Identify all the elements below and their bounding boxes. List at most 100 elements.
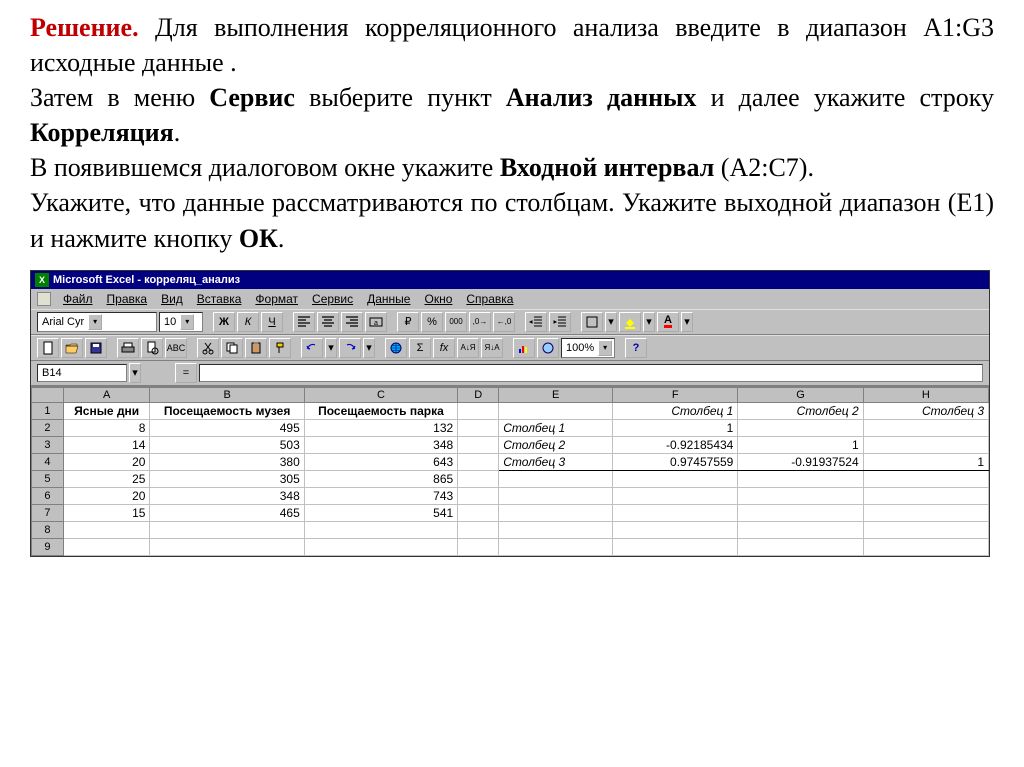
map-button[interactable] [537, 338, 559, 358]
cell[interactable] [304, 521, 457, 538]
cell[interactable] [458, 436, 499, 453]
cell[interactable] [613, 521, 738, 538]
fill-color-button[interactable] [619, 312, 641, 332]
row-header-7[interactable]: 7 [32, 504, 64, 521]
decrease-decimal-button[interactable]: ←,0 [493, 312, 515, 332]
save-button[interactable] [85, 338, 107, 358]
paste-button[interactable] [245, 338, 267, 358]
currency-button[interactable]: ₽ [397, 312, 419, 332]
cell[interactable]: 0.97457559 [613, 453, 738, 470]
font-size-combo[interactable]: 10▾ [159, 312, 203, 332]
cell[interactable]: Столбец 2 [738, 402, 863, 419]
select-all-button[interactable] [32, 387, 64, 402]
spellcheck-button[interactable]: ABC [165, 338, 187, 358]
menu-data[interactable]: Данные [361, 291, 416, 307]
cell[interactable]: 348 [150, 487, 304, 504]
cell[interactable] [863, 538, 988, 555]
percent-button[interactable]: % [421, 312, 443, 332]
cell[interactable]: 348 [304, 436, 457, 453]
redo-button[interactable] [339, 338, 361, 358]
cell[interactable]: 495 [150, 419, 304, 436]
spreadsheet-grid[interactable]: A B C D E F G H 1 Ясные дни Посещаемость… [31, 386, 989, 556]
cell[interactable] [150, 521, 304, 538]
cell[interactable]: Столбец 3 [863, 402, 988, 419]
cell[interactable] [458, 521, 499, 538]
help-button[interactable]: ? [625, 338, 647, 358]
cell[interactable]: 8 [63, 419, 150, 436]
cell[interactable]: 1 [613, 419, 738, 436]
cell[interactable]: Столбец 2 [499, 436, 613, 453]
name-box[interactable]: B14 [37, 364, 127, 382]
col-header-G[interactable]: G [738, 387, 863, 402]
format-painter-button[interactable] [269, 338, 291, 358]
row-header-6[interactable]: 6 [32, 487, 64, 504]
increase-indent-button[interactable] [549, 312, 571, 332]
col-header-E[interactable]: E [499, 387, 613, 402]
cell[interactable] [738, 487, 863, 504]
cell[interactable] [863, 436, 988, 453]
cell[interactable] [613, 538, 738, 555]
menu-insert[interactable]: Вставка [191, 291, 248, 307]
cell[interactable]: Столбец 1 [499, 419, 613, 436]
row-header-4[interactable]: 4 [32, 453, 64, 470]
merge-center-button[interactable]: a [365, 312, 387, 332]
print-button[interactable] [117, 338, 139, 358]
cell[interactable] [738, 521, 863, 538]
cell[interactable]: Ясные дни [63, 402, 150, 419]
menu-window[interactable]: Окно [418, 291, 458, 307]
col-header-F[interactable]: F [613, 387, 738, 402]
cell[interactable]: -0.91937524 [738, 453, 863, 470]
print-preview-button[interactable] [141, 338, 163, 358]
cell[interactable] [458, 453, 499, 470]
italic-button[interactable]: К [237, 312, 259, 332]
cell[interactable]: Посещаемость музея [150, 402, 304, 419]
cell[interactable]: 865 [304, 470, 457, 487]
cell[interactable] [738, 504, 863, 521]
cell[interactable]: 503 [150, 436, 304, 453]
copy-button[interactable] [221, 338, 243, 358]
cell[interactable]: 541 [304, 504, 457, 521]
cell[interactable]: 20 [63, 453, 150, 470]
menu-format[interactable]: Формат [249, 291, 304, 307]
underline-button[interactable]: Ч [261, 312, 283, 332]
hyperlink-button[interactable] [385, 338, 407, 358]
cell[interactable] [458, 487, 499, 504]
cell[interactable] [458, 504, 499, 521]
cell[interactable]: Столбец 1 [613, 402, 738, 419]
menu-view[interactable]: Вид [155, 291, 189, 307]
cell[interactable] [458, 419, 499, 436]
cell[interactable]: 20 [63, 487, 150, 504]
decrease-indent-button[interactable] [525, 312, 547, 332]
cell[interactable]: 305 [150, 470, 304, 487]
cell[interactable] [738, 538, 863, 555]
cell[interactable]: -0.92185434 [613, 436, 738, 453]
row-header-1[interactable]: 1 [32, 402, 64, 419]
cell[interactable] [150, 538, 304, 555]
font-name-combo[interactable]: Arial Cyr▾ [37, 312, 157, 332]
cell[interactable] [863, 487, 988, 504]
cell[interactable]: Столбец 3 [499, 453, 613, 470]
cell[interactable]: Посещаемость парка [304, 402, 457, 419]
cell[interactable]: 643 [304, 453, 457, 470]
row-header-8[interactable]: 8 [32, 521, 64, 538]
menu-edit[interactable]: Правка [101, 291, 154, 307]
cell[interactable] [863, 419, 988, 436]
name-box-dropdown[interactable]: ▾ [129, 363, 141, 383]
open-button[interactable] [61, 338, 83, 358]
redo-dropdown[interactable]: ▾ [363, 338, 375, 358]
cell[interactable] [458, 538, 499, 555]
cell[interactable] [63, 521, 150, 538]
menu-file[interactable]: Файл [57, 291, 99, 307]
cell[interactable] [458, 402, 499, 419]
align-right-button[interactable] [341, 312, 363, 332]
menu-help[interactable]: Справка [460, 291, 519, 307]
cell[interactable] [613, 487, 738, 504]
cell[interactable]: 15 [63, 504, 150, 521]
borders-dropdown[interactable]: ▾ [605, 312, 617, 332]
undo-dropdown[interactable]: ▾ [325, 338, 337, 358]
autosum-button[interactable]: Σ [409, 338, 431, 358]
cell[interactable] [738, 419, 863, 436]
cell[interactable] [863, 521, 988, 538]
font-color-button[interactable]: A [657, 312, 679, 332]
cell[interactable] [499, 487, 613, 504]
